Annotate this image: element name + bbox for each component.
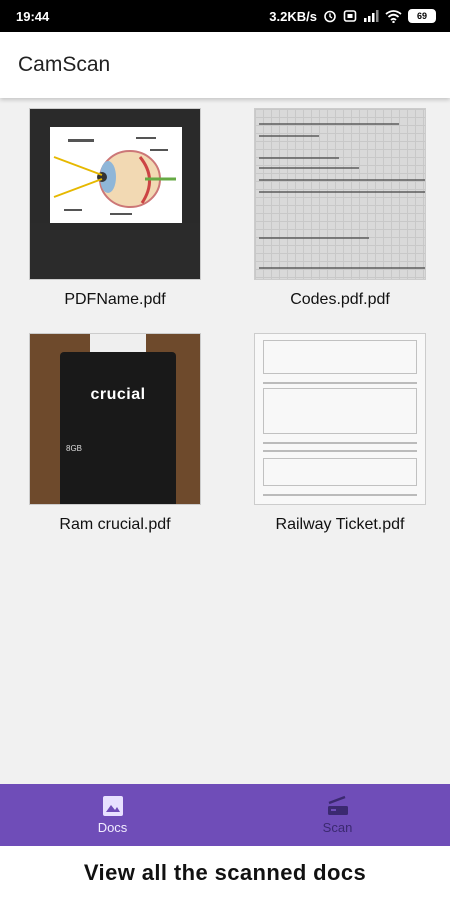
doc-card[interactable]: PDFName.pdf [25, 108, 205, 309]
bottom-navigation: Docs Scan [0, 784, 450, 846]
doc-name: Railway Ticket.pdf [275, 516, 405, 533]
wifi-icon [385, 9, 402, 23]
network-speed: 3.2KB/s [269, 8, 317, 24]
doc-thumbnail[interactable] [254, 333, 426, 505]
scanner-icon [327, 795, 348, 815]
doc-card[interactable]: Railway Ticket.pdf [250, 333, 430, 534]
doc-thumbnail[interactable] [29, 108, 201, 280]
doc-name: Codes.pdf.pdf [290, 291, 390, 308]
doc-card[interactable]: Codes.pdf.pdf [250, 108, 430, 309]
eye-diagram-image [50, 127, 182, 225]
app-title: CamScan [18, 53, 111, 76]
status-icons: 3.2KB/s 69 [269, 9, 436, 24]
alarm-icon [324, 10, 336, 23]
signal-icon [364, 10, 379, 22]
status-bar: 19:44 3.2KB/s 69 [0, 0, 450, 32]
ram-capacity: 8GB [66, 444, 83, 453]
status-time: 19:44 [16, 8, 50, 24]
doc-name: Ram crucial.pdf [59, 516, 171, 533]
battery-icon: 69 [408, 9, 436, 23]
docs-grid: PDFName.pdf Codes.pdf.pdf crucial 8GB Ra… [0, 98, 450, 784]
app-bar: CamScan [0, 32, 450, 98]
promo-caption: View all the scanned docs [0, 846, 450, 900]
doc-card[interactable]: crucial 8GB Ram crucial.pdf [25, 333, 205, 534]
ram-stick-image: crucial 8GB [60, 352, 176, 504]
doc-thumbnail[interactable] [254, 108, 426, 280]
doc-thumbnail[interactable]: crucial 8GB [29, 333, 201, 505]
ram-brand: crucial [90, 386, 146, 403]
nav-scan[interactable]: Scan [225, 784, 450, 846]
image-icon [102, 796, 123, 816]
box-icon [343, 10, 357, 22]
nav-docs[interactable]: Docs [0, 784, 225, 846]
nav-docs-label: Docs [97, 820, 128, 835]
nav-scan-label: Scan [322, 820, 353, 835]
doc-name: PDFName.pdf [64, 291, 166, 308]
